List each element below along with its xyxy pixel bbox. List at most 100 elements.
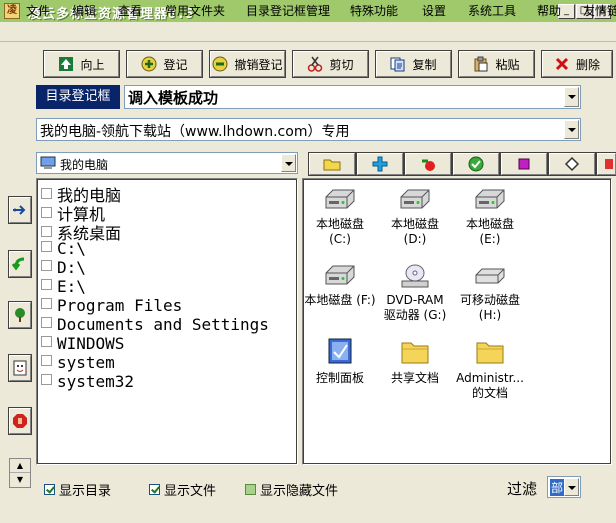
chevron-down-icon[interactable] <box>564 87 579 107</box>
register-label: 登记 <box>163 57 188 72</box>
app-icon[interactable]: 凌 <box>4 3 20 19</box>
diamond-button[interactable] <box>548 152 596 176</box>
show-files-checkbox[interactable] <box>149 484 160 495</box>
stop-square-icon <box>518 158 530 170</box>
tree-button[interactable] <box>8 301 32 329</box>
add-circle-icon <box>141 56 157 72</box>
cut-label: 剪切 <box>329 57 354 72</box>
back-button[interactable] <box>8 250 32 278</box>
add-button[interactable] <box>356 152 404 176</box>
menu-register-manage[interactable]: 目录登记框管理 <box>246 2 330 19</box>
file-item-e[interactable]: 本地磁盘 (E:) <box>454 187 526 247</box>
green-arrow-icon <box>12 257 25 271</box>
menu-favorites[interactable]: 常用文件夹 <box>165 2 225 19</box>
folder-icon <box>476 342 504 364</box>
file-item-d[interactable]: 本地磁盘 (D:) <box>379 187 451 247</box>
menu-special[interactable]: 特殊功能 <box>350 2 398 19</box>
show-dirs-option[interactable]: 显示目录 <box>44 480 111 499</box>
tree-item[interactable]: system <box>41 353 115 372</box>
stop-button[interactable] <box>500 152 548 176</box>
menu-settings[interactable]: 设置 <box>422 2 446 19</box>
check-button[interactable] <box>452 152 500 176</box>
paste-button[interactable]: 粘贴 <box>458 50 535 78</box>
tree-item[interactable]: Program Files <box>41 296 182 315</box>
tree-item[interactable]: system32 <box>41 372 134 391</box>
tree-item[interactable]: E:\ <box>41 277 86 296</box>
register-box-combo[interactable]: 调入模板成功 <box>124 85 581 109</box>
drive-combo-value: 我的电脑 <box>60 158 109 172</box>
up-button[interactable]: 向上 <box>43 50 120 78</box>
show-files-option[interactable]: 显示文件 <box>149 480 216 499</box>
tree-item[interactable]: D:\ <box>41 258 86 277</box>
cut-button[interactable]: 剪切 <box>292 50 369 78</box>
menu-system-tools[interactable]: 系统工具 <box>468 2 516 19</box>
filter-label: 过滤 <box>507 480 538 498</box>
tree-item[interactable]: C:\ <box>41 239 86 258</box>
copy-label: 复制 <box>412 57 437 72</box>
filter-combo[interactable]: 部 <box>547 476 581 498</box>
unregister-button[interactable]: 撤销登记 <box>209 50 286 78</box>
file-list[interactable]: 本地磁盘 (C:) 本地磁盘 (D:) 本地磁盘 (E:) 本地磁盘 (F:) D… <box>302 178 612 465</box>
file-item-shared-docs[interactable]: 共享文档 <box>379 337 451 386</box>
show-hidden-label: 显示隐藏文件 <box>260 484 339 499</box>
path-combo-value: 我的电脑-领航下载站（www.lhdown.com）专用 <box>40 124 350 140</box>
path-combo[interactable]: 我的电脑-领航下载站（www.lhdown.com）专用 <box>36 118 581 141</box>
show-hidden-checkbox[interactable] <box>245 484 256 495</box>
plus-icon <box>372 156 388 172</box>
face-button[interactable] <box>8 354 32 382</box>
side-scrollbar[interactable]: ▲ ▼ <box>9 458 31 488</box>
delete-button[interactable]: 删除 <box>541 50 613 78</box>
show-dirs-label: 显示目录 <box>59 484 112 499</box>
register-box-label: 目录登记框 <box>36 85 120 109</box>
tree-item[interactable]: WINDOWS <box>41 334 124 353</box>
menu-file[interactable]: 文件 <box>26 2 50 19</box>
show-hidden-option[interactable]: 显示隐藏文件 <box>245 480 338 499</box>
diamond-icon <box>564 156 580 172</box>
apple-icon <box>422 159 435 171</box>
register-button[interactable]: 登记 <box>126 50 203 78</box>
computer-icon <box>40 156 56 169</box>
new-folder-button[interactable] <box>308 152 356 176</box>
copy-button[interactable]: 复制 <box>375 50 452 78</box>
stop-hand-button[interactable] <box>8 407 32 435</box>
scroll-down-icon[interactable]: ▼ <box>10 473 30 487</box>
menu-links[interactable]: 友情链 <box>583 2 616 19</box>
copy-icon <box>390 57 405 72</box>
check-circle-icon <box>468 156 484 172</box>
file-item-f[interactable]: 本地磁盘 (F:) <box>304 263 376 308</box>
menu-edit[interactable]: 编辑 <box>72 2 96 19</box>
hard-disk-icon <box>400 189 430 209</box>
unregister-label: 撤销登记 <box>234 57 283 72</box>
menu-view[interactable]: 查看 <box>118 2 142 19</box>
extra-button[interactable] <box>596 152 616 176</box>
stop-hand-icon <box>13 414 27 428</box>
hard-disk-icon <box>325 189 355 209</box>
paste-label: 粘贴 <box>495 57 520 72</box>
paste-icon <box>474 56 488 72</box>
red-icon <box>604 159 613 169</box>
sync-button[interactable] <box>8 196 32 224</box>
drive-combo[interactable]: 我的电脑 <box>36 152 298 174</box>
folder-tree[interactable]: 我的电脑 计算机 系统桌面 C:\ D:\ E:\ Program Files … <box>36 178 298 465</box>
scroll-up-icon[interactable]: ▲ <box>10 459 30 473</box>
file-item-control-panel[interactable]: 控制面板 <box>304 337 376 386</box>
tree-icon <box>15 308 25 322</box>
chevron-down-icon[interactable] <box>564 478 579 496</box>
tree-item[interactable]: Documents and Settings <box>41 315 269 334</box>
file-item-g[interactable]: DVD-RAM 驱动器 (G:) <box>379 263 451 323</box>
removable-disk-icon <box>475 268 505 284</box>
up-arrow-icon <box>59 57 74 71</box>
apple-button[interactable] <box>404 152 452 176</box>
face-icon <box>13 360 27 376</box>
delete-label: 删除 <box>575 57 600 72</box>
show-dirs-checkbox[interactable] <box>44 484 55 495</box>
file-item-admin-docs[interactable]: Administr... 的文档 <box>454 337 526 401</box>
file-item-h[interactable]: 可移动磁盘 (H:) <box>454 263 526 323</box>
menu-help[interactable]: 帮助 <box>537 2 561 19</box>
hard-disk-icon <box>475 189 505 209</box>
chevron-down-icon[interactable] <box>281 154 296 172</box>
folder-icon <box>323 159 341 171</box>
folder-icon <box>401 342 429 364</box>
file-item-c[interactable]: 本地磁盘 (C:) <box>304 187 376 247</box>
chevron-down-icon[interactable] <box>564 120 579 139</box>
